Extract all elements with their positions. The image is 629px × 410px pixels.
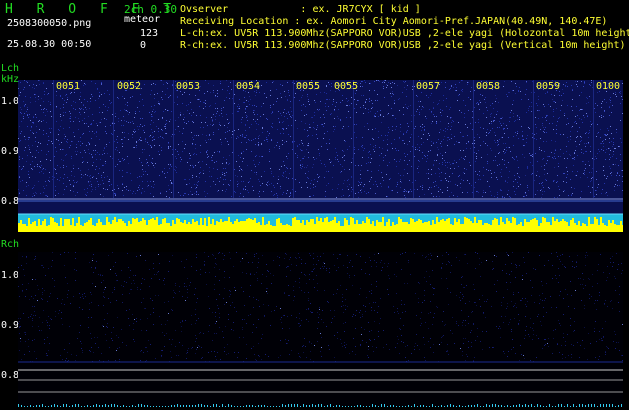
time-label: 0055	[296, 81, 321, 92]
time-label: 0052	[117, 81, 142, 92]
lch-spectrogram	[18, 80, 623, 232]
lch-spectrogram-canvas	[18, 80, 623, 232]
location-info: Receiving Location : ex. Aomori City Aom…	[180, 16, 608, 27]
rch-spectrogram-canvas	[18, 252, 623, 407]
rch-ytick-1.0: 1.0	[1, 270, 20, 281]
rch-count: 0	[140, 40, 147, 51]
lch-ytick-0.9: 0.9	[1, 146, 20, 157]
observer-info: Ovserver : ex. JR7CYX [ kid ]	[180, 4, 421, 15]
rch-ytick-0.9: 0.9	[1, 320, 20, 331]
lch-ytick-1.0: 1.0	[1, 96, 20, 107]
time-label: 0054	[236, 81, 261, 92]
mode-label: meteor	[124, 14, 161, 25]
timestamp: 25.08.30 00:50	[7, 39, 92, 50]
rch-ytick-0.8: 0.8	[1, 370, 20, 381]
lch-ytick-0.8: 0.8	[1, 196, 20, 207]
file-name: 2508300050.png	[7, 18, 92, 29]
time-label: 0053	[176, 81, 201, 92]
lch-count: 123	[140, 28, 159, 39]
time-label: 0058	[476, 81, 501, 92]
time-label: 0100	[596, 81, 621, 92]
rch-label: Rch	[1, 239, 20, 250]
rch-receiver-info: R-ch:ex. UV5R 113.900Mhz(SAPPORO VOR)USB…	[180, 40, 626, 51]
frequency-unit-label: kHz	[1, 74, 20, 85]
time-label: 0055	[334, 81, 359, 92]
header-panel: H R O F F T 2ch 0.30 2508300050.png mete…	[0, 0, 629, 64]
lch-receiver-info: L-ch:ex. UV5R 113.900Mhz(SAPPORO VOR)USB…	[180, 28, 629, 39]
rch-spectrogram	[18, 252, 623, 407]
lch-label: Lch	[1, 63, 20, 74]
time-label: 0057	[416, 81, 441, 92]
time-label: 0059	[536, 81, 561, 92]
time-label: 0051	[56, 81, 81, 92]
